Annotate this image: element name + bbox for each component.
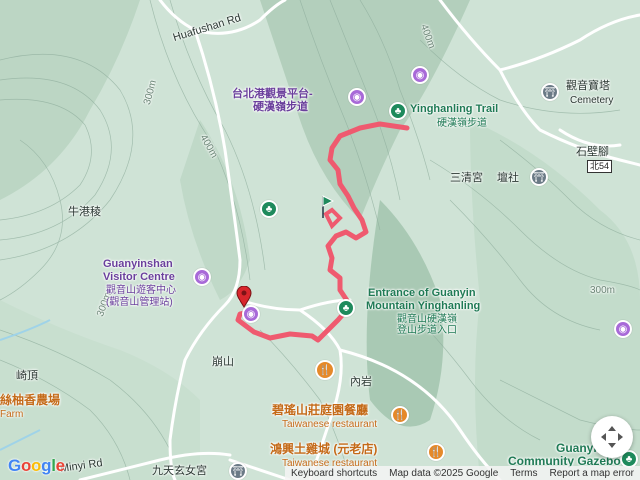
poi-label-viewing-platform[interactable]: 台北港觀景平台- [232,88,313,101]
fork-knife-icon[interactable]: 🍴 [427,443,445,461]
temple-icon[interactable]: ⛩ [530,168,548,186]
poi-label-jiutian[interactable]: 九天玄女宮 [152,465,207,478]
temple-icon[interactable]: ⛩ [541,83,559,101]
tree-icon[interactable]: ♣ [260,200,278,218]
camera-icon[interactable]: ◉ [242,305,260,323]
poi-label-yinghanling-trail[interactable]: Yinghanling Trail [410,103,498,116]
poi-label-entrance-en1[interactable]: Entrance of Guanyin [368,287,476,300]
camera-icon[interactable]: ◉ [193,268,211,286]
poi-label-cemetery[interactable]: Cemetery [570,94,613,107]
poi-label-visitor-centre-en2[interactable]: Visitor Centre [103,271,175,284]
report-error-link[interactable]: Report a map error [550,468,634,479]
place-label-niugangleng: 牛港稜 [68,206,101,218]
poi-label-visitor-centre-en1[interactable]: Guanyinshan [103,258,173,271]
camera-icon[interactable]: ◉ [411,66,429,84]
poi-label-farm-zh[interactable]: 絲柚香農場 [0,394,60,407]
fork-knife-icon[interactable]: 🍴 [391,406,409,424]
elevation-label: 300m [590,285,616,296]
flag-icon[interactable] [320,194,335,220]
poi-label-biluo[interactable]: 碧瑤山莊庭園餐廳 [272,404,368,417]
terms-link[interactable]: Terms [510,468,537,479]
poi-label-viewing-platform-line2[interactable]: 硬漢嶺步道 [253,101,308,114]
attribution-bar: Keyboard shortcuts Map data ©2025 Google… [284,466,640,480]
pan-control-icon[interactable] [591,416,633,458]
place-label-bengshan: 崩山 [212,356,234,368]
place-label-qiding: 崎頂 [16,370,38,382]
camera-icon[interactable]: ◉ [348,88,366,106]
tree-icon[interactable]: ♣ [337,299,355,317]
temple-icon[interactable]: ⛩ [229,462,247,480]
keyboard-shortcuts-link[interactable]: Keyboard shortcuts [291,468,377,479]
poi-label-hongxing[interactable]: 鴻興土雞城 (元老店) [270,443,377,456]
place-label-shibijiao: 石壁腳 [576,146,609,158]
poi-label-taiwanese-restaurant[interactable]: Taiwanese restaurant [282,418,377,431]
google-logo: Google [8,456,65,475]
place-label-neiyan: 內岩 [350,376,372,388]
poi-label-guanyin-pagoda[interactable]: 觀音寶塔 [566,80,610,93]
poi-label-entrance-en2[interactable]: Mountain Yinghanling [366,300,480,313]
place-label-tanshe: 壇社 [497,172,519,184]
poi-label-farm[interactable]: Farm [0,408,23,421]
camera-icon[interactable]: ◉ [614,320,632,338]
poi-label-entrance-zh2[interactable]: 登山步道入口 [397,324,457,337]
poi-label-visitor-centre-zh2[interactable]: (觀音山管理站) [106,296,173,309]
map-data-text: Map data ©2025 Google [389,467,499,479]
fork-knife-icon[interactable]: 🍴 [315,360,335,380]
route-badge: 北54 [587,160,613,173]
tree-icon[interactable]: ♣ [389,102,407,120]
place-label-sanqing: 三清宮 [450,172,483,184]
poi-label-yinghanling-trail-zh[interactable]: 硬漢嶺步道 [437,117,487,130]
